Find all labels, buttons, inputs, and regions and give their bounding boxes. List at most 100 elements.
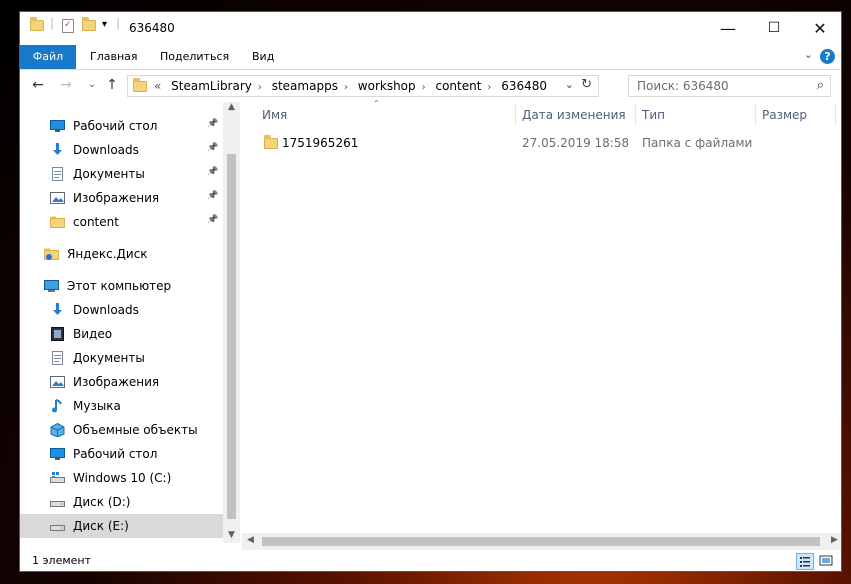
3d-objects-icon — [50, 422, 65, 438]
column-divider[interactable] — [635, 104, 636, 126]
sidebar-item-label: Диск (D:) — [73, 495, 131, 509]
new-folder-icon[interactable] — [82, 17, 96, 34]
pin-icon[interactable]: 📌 — [207, 167, 218, 177]
video-icon — [50, 327, 65, 341]
scroll-left-icon[interactable]: ◀ — [242, 535, 259, 545]
breadcrumb-item[interactable]: content — [435, 79, 481, 93]
folder-icon — [30, 17, 44, 34]
column-name[interactable]: Имя — [262, 108, 287, 122]
sidebar-item[interactable]: Рабочий стол — [20, 442, 223, 466]
customize-toolbar-icon[interactable]: ▾ — [102, 19, 107, 30]
sidebar-item-label: Изображения — [73, 191, 160, 205]
sidebar-item[interactable]: Объемные объекты — [20, 418, 223, 442]
scrollbar-thumb[interactable] — [262, 537, 820, 546]
pin-icon[interactable]: 📌 — [207, 119, 218, 129]
close-button[interactable]: ✕ — [797, 12, 841, 45]
refresh-icon[interactable]: ↻ — [581, 77, 592, 92]
column-divider[interactable] — [515, 104, 516, 126]
sidebar-item-label: Downloads — [73, 143, 139, 157]
column-type[interactable]: Тип — [642, 108, 665, 122]
sidebar-item-this-pc[interactable]: Этот компьютер — [20, 274, 223, 298]
column-size[interactable]: Размер — [762, 108, 807, 122]
up-icon[interactable]: ↑ — [102, 77, 122, 93]
tab-file[interactable]: Файл — [20, 45, 76, 69]
large-icons-view-icon[interactable] — [818, 553, 836, 570]
sidebar-item-label: Видео — [73, 327, 113, 341]
scroll-down-icon[interactable]: ▼ — [223, 530, 240, 540]
folder-icon — [50, 215, 65, 229]
sidebar-item[interactable]: Диск (E:) — [20, 514, 223, 538]
sidebar-item[interactable]: Музыка — [20, 394, 223, 418]
breadcrumb-item[interactable]: workshop — [358, 79, 416, 93]
scroll-up-icon[interactable]: ▲ — [223, 102, 240, 112]
sidebar-item-label: Яндекс.Диск — [67, 247, 148, 261]
breadcrumb-item[interactable]: SteamLibrary — [171, 79, 252, 93]
download-icon — [50, 303, 65, 317]
quick-access-item[interactable]: Downloads 📌 — [20, 138, 223, 162]
recent-locations-icon[interactable]: ⌄ — [82, 79, 102, 90]
sidebar-item[interactable]: Изображения — [20, 370, 223, 394]
pin-icon[interactable]: 📌 — [207, 215, 218, 225]
sidebar-item-label: Объемные объекты — [73, 423, 198, 437]
pin-icon[interactable]: 📌 — [207, 143, 218, 153]
pictures-icon — [50, 191, 65, 205]
window-title: 636480 — [129, 21, 175, 35]
sidebar-item-label: Диск (E:) — [73, 519, 129, 533]
quick-access-item[interactable]: Изображения 📌 — [20, 186, 223, 210]
chevron-right-icon[interactable]: › — [487, 82, 491, 93]
scroll-right-icon[interactable]: ▶ — [826, 535, 841, 545]
sidebar-item[interactable]: Диск (D:) — [20, 490, 223, 514]
scrollbar-thumb[interactable] — [227, 154, 236, 519]
tab-home[interactable]: Главная — [78, 45, 150, 69]
chevron-right-icon[interactable]: › — [258, 82, 262, 93]
table-row[interactable]: 1751965261 27.05.2019 18:58 Папка с файл… — [242, 133, 841, 155]
search-box[interactable]: Поиск: 636480 ⌕ — [628, 75, 831, 97]
expand-ribbon-icon[interactable]: ⌄ — [804, 48, 813, 61]
title-bar: | ✓ ▾ | 636480 — ☐ ✕ — [20, 12, 841, 45]
tab-share[interactable]: Поделиться — [148, 45, 241, 69]
sidebar-item[interactable]: Видео — [20, 322, 223, 346]
documents-icon — [50, 351, 65, 365]
nav-scrollbar[interactable]: ▲ ▼ — [223, 102, 240, 543]
sidebar-item-label: Изображения — [73, 375, 160, 389]
horizontal-scrollbar[interactable]: ◀ ▶ — [242, 533, 841, 550]
sidebar-item-label: Документы — [73, 351, 145, 365]
sidebar-item[interactable]: Downloads — [20, 298, 223, 322]
breadcrumb-item[interactable]: steamapps — [272, 79, 338, 93]
chevron-down-icon[interactable]: ⌄ — [565, 78, 574, 91]
help-icon[interactable]: ? — [820, 49, 835, 64]
search-input[interactable]: Поиск: 636480 — [637, 79, 729, 93]
pin-icon[interactable]: 📌 — [207, 191, 218, 201]
details-view-icon[interactable] — [796, 553, 814, 570]
search-icon[interactable]: ⌕ — [817, 78, 824, 93]
properties-icon[interactable]: ✓ — [62, 19, 74, 33]
column-divider[interactable] — [755, 104, 756, 126]
desktop-icon — [50, 119, 65, 133]
file-name[interactable]: 1751965261 — [282, 136, 358, 150]
breadcrumb-overflow[interactable]: « — [154, 79, 161, 93]
breadcrumb-item[interactable]: 636480 — [501, 79, 547, 93]
sidebar-item-label: Документы — [73, 167, 145, 181]
folder-icon — [133, 78, 147, 95]
forward-icon[interactable]: → — [56, 77, 76, 93]
sidebar-item-label: content — [73, 215, 119, 229]
sidebar-item[interactable]: Документы — [20, 346, 223, 370]
sidebar-item-yandex-disk[interactable]: Яндекс.Диск — [20, 242, 223, 266]
item-count: 1 элемент — [32, 554, 91, 567]
sidebar-item-label: Downloads — [73, 303, 139, 317]
back-icon[interactable]: ← — [28, 77, 48, 93]
column-divider[interactable] — [835, 104, 836, 126]
chevron-right-icon[interactable]: › — [344, 82, 348, 93]
minimize-button[interactable]: — — [705, 12, 751, 45]
file-type: Папка с файлами — [642, 136, 753, 150]
maximize-button[interactable]: ☐ — [751, 12, 797, 45]
quick-access-item[interactable]: Документы 📌 — [20, 162, 223, 186]
quick-access-item[interactable]: content 📌 — [20, 210, 223, 234]
chevron-right-icon[interactable]: › — [422, 82, 426, 93]
quick-access-item[interactable]: Рабочий стол 📌 — [20, 114, 223, 138]
navigation-bar: ← → ⌄ ↑ « SteamLibrary › steamapps › works… — [20, 70, 841, 102]
sidebar-item[interactable]: Windows 10 (C:) — [20, 466, 223, 490]
column-date-modified[interactable]: Дата изменения — [522, 108, 626, 122]
address-bar[interactable]: « SteamLibrary › steamapps › workshop › con… — [127, 75, 599, 97]
tab-view[interactable]: Вид — [240, 45, 286, 69]
